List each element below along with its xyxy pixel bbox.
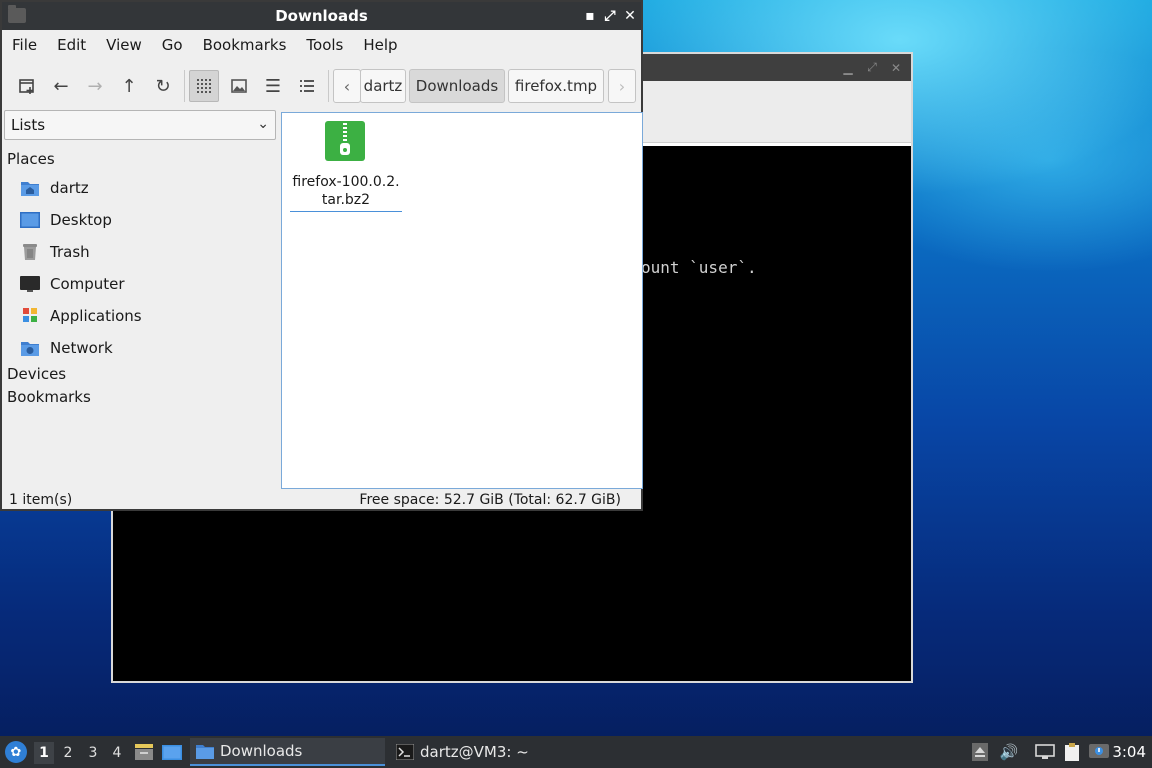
folder-icon [196,743,214,759]
bookmarks-heading[interactable]: Bookmarks [7,388,91,406]
menubar: File Edit View Go Bookmarks Tools Help [2,30,641,60]
clipboard-icon[interactable] [1062,743,1082,761]
clock[interactable]: 3:04 [1112,743,1146,761]
sidebar-item-dartz[interactable]: dartz [20,174,89,202]
sidebar-item-label: dartz [50,179,89,197]
home-folder-icon [20,179,40,197]
detailed-list-view-icon[interactable] [292,70,322,102]
file-view[interactable]: firefox-100.0.2.tar.bz2 [281,112,643,489]
selection-underline [290,211,402,212]
breadcrumb-scroll-right-icon[interactable]: › [608,69,636,103]
toolbar: ← → ↑ ↻ ☰ ‹ dartz Downloads firefox.tmp … [2,62,641,108]
terminal-minimize-icon[interactable]: ▁ [841,61,855,75]
computer-icon [20,275,40,293]
menu-tools[interactable]: Tools [306,36,353,54]
workspace-3[interactable]: 3 [83,742,103,764]
sidebar-item-applications[interactable]: Applications [20,302,142,330]
task-terminal[interactable]: dartz@VM3: ~ [390,738,585,766]
breadcrumb-firefox-tmp[interactable]: firefox.tmp [508,69,604,103]
breadcrumb-scroll-left-icon[interactable]: ‹ [333,69,361,103]
forward-arrow-icon[interactable]: → [80,70,110,102]
file-name: firefox-100.0.2.tar.bz2 [292,174,400,208]
breadcrumb-dartz[interactable]: dartz [360,69,406,103]
zipper-pull [340,143,350,155]
network-status-icon[interactable] [1034,743,1056,761]
file-item[interactable]: firefox-100.0.2.tar.bz2 [290,119,402,212]
task-label: Downloads [220,742,303,760]
applications-icon [20,307,40,325]
sidebar-item-label: Desktop [50,211,112,229]
back-arrow-icon[interactable]: ← [46,70,76,102]
new-window-icon[interactable] [12,70,42,102]
sidebar-mode-select[interactable]: Lists ⌄ [4,110,276,140]
terminal-icon [395,743,415,761]
maximize-icon[interactable]: ⤢ [602,7,618,25]
sidebar-item-network[interactable]: Network [20,334,113,362]
devices-heading[interactable]: Devices [7,365,66,383]
desktop-icon [20,211,40,229]
sidebar-item-computer[interactable]: Computer [20,270,125,298]
chevron-down-icon: ⌄ [257,116,269,132]
terminal-maximize-icon[interactable]: ⤢ [865,60,879,75]
sidebar-item-label: Applications [50,307,142,325]
file-manager-window[interactable]: Downloads ▪ ⤢ ✕ File Edit View Go Bookma… [0,0,643,511]
menu-go[interactable]: Go [162,36,193,54]
icon-view-icon[interactable] [189,70,219,102]
places-heading[interactable]: Places [7,150,55,168]
menu-help[interactable]: Help [363,36,407,54]
window-title: Downloads [275,7,368,25]
menu-file[interactable]: File [12,36,47,54]
sidebar-item-label: Computer [50,275,125,293]
close-icon[interactable]: ✕ [622,7,638,25]
workspace-1[interactable]: 1 [34,742,54,764]
terminal-text: ount `user`. [641,258,757,277]
window-titlebar[interactable]: Downloads ▪ ⤢ ✕ [2,2,641,30]
status-bar: 1 item(s) Free space: 52.7 GiB (Total: 6… [2,490,641,510]
menu-bookmarks[interactable]: Bookmarks [203,36,297,54]
item-count: 1 item(s) [9,492,73,508]
sidebar-item-trash[interactable]: Trash [20,238,90,266]
free-space: Free space: 52.7 GiB (Total: 62.7 GiB) [359,492,621,508]
sidebar: Lists ⌄ Places dartz Desktop Trash Compu… [4,110,278,488]
archive-zip-icon [325,121,365,161]
reload-icon[interactable]: ↻ [148,70,178,102]
menu-view[interactable]: View [106,36,152,54]
start-menu-icon[interactable]: ✿ [5,741,27,763]
breadcrumb-downloads[interactable]: Downloads [409,69,505,103]
sidebar-item-label: Trash [50,243,90,261]
workspace-2[interactable]: 2 [58,742,78,764]
terminal-close-icon[interactable]: ✕ [889,61,903,75]
zipper-teeth [343,123,347,145]
sidebar-item-desktop[interactable]: Desktop [20,206,112,234]
trash-icon [20,243,40,261]
eject-icon[interactable] [970,743,990,761]
task-label: dartz@VM3: ~ [420,743,529,761]
toolbar-separator [184,70,185,102]
compact-view-icon[interactable]: ☰ [258,70,288,102]
network-icon [20,339,40,357]
notification-icon[interactable] [1088,743,1110,761]
taskbar: ✿ 1 2 3 4 Downloads dartz@VM3: ~ 🔊 3:04 [0,736,1152,768]
minimize-icon[interactable]: ▪ [582,7,598,25]
workspace-4[interactable]: 4 [107,742,127,764]
volume-icon[interactable]: 🔊 [998,743,1020,761]
toolbar-separator [328,70,329,102]
up-arrow-icon[interactable]: ↑ [114,70,144,102]
sidebar-item-label: Network [50,339,113,357]
sidebar-mode-value: Lists [11,116,46,134]
thumbnail-view-icon[interactable] [224,70,254,102]
menu-edit[interactable]: Edit [57,36,96,54]
task-downloads[interactable]: Downloads [190,738,385,766]
file-manager-launcher-icon[interactable] [134,742,154,762]
show-desktop-icon[interactable] [162,742,182,762]
